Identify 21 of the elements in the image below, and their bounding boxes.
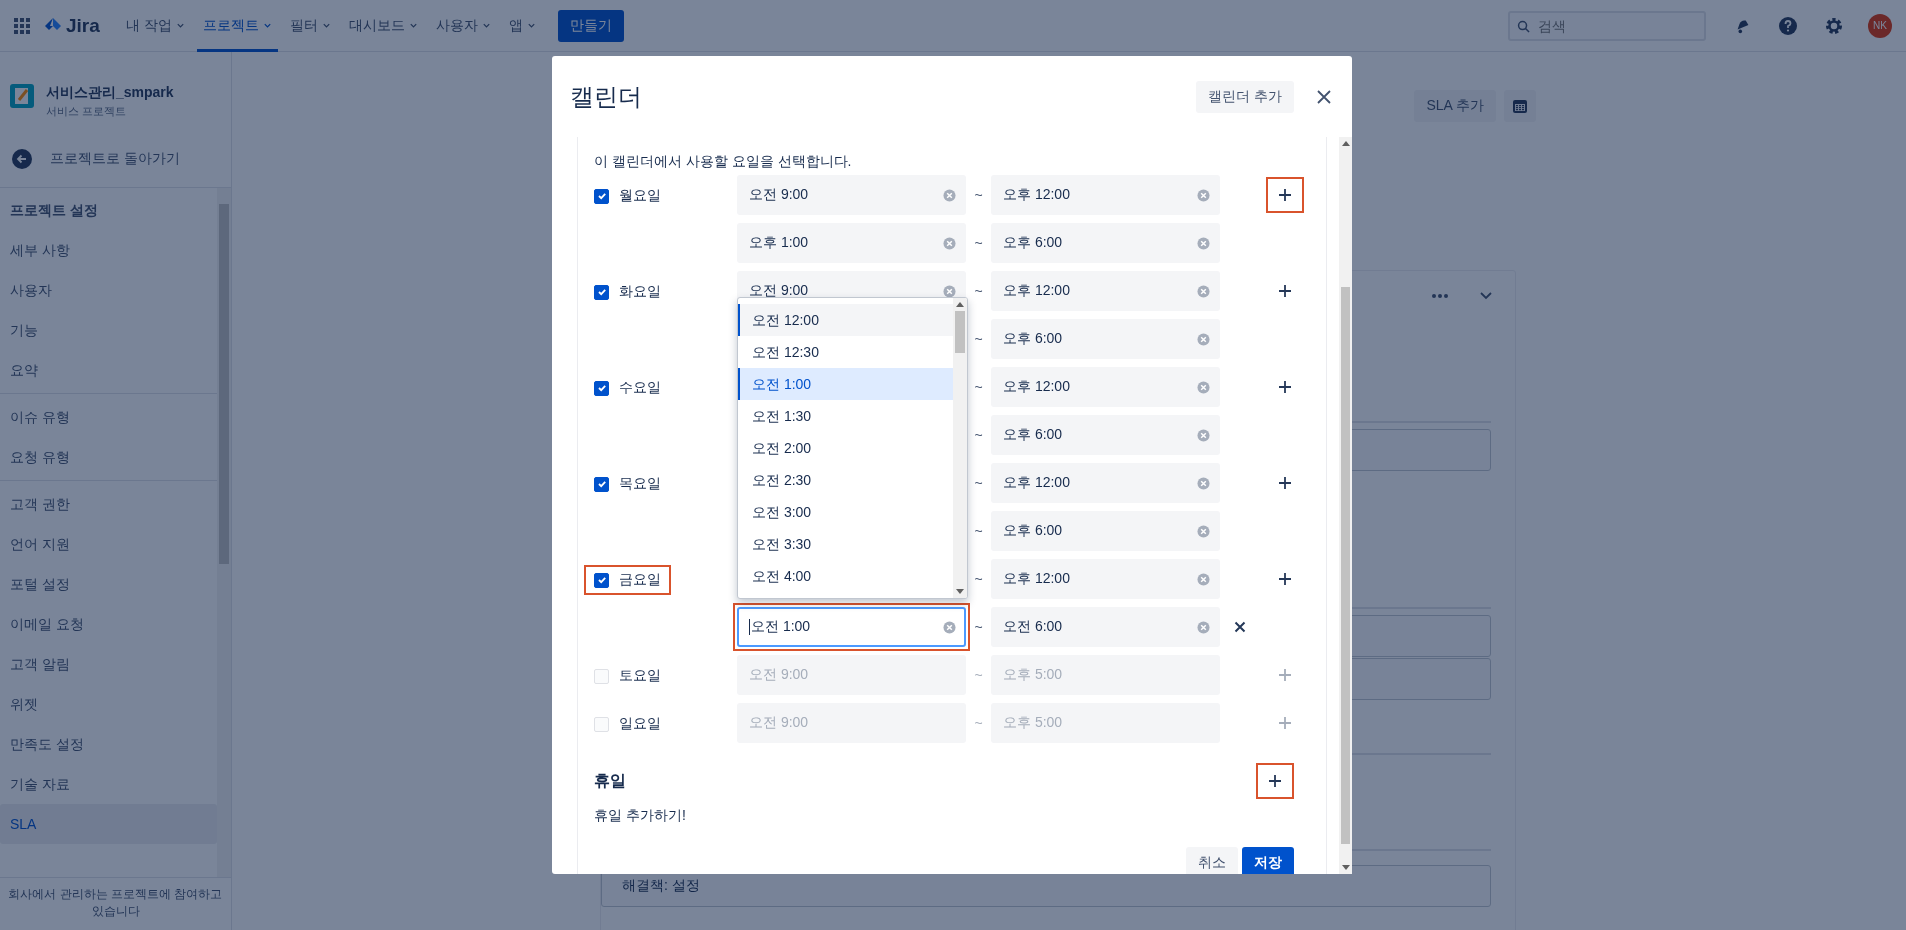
- range-separator: ~: [973, 475, 984, 491]
- range-separator: ~: [973, 619, 984, 635]
- range-separator: ~: [973, 235, 984, 251]
- sidebar-footer-text: 회사에서 관리하는 프로젝트에 참여하고 있습니다: [0, 877, 231, 930]
- section-title: 프로젝트 설정: [9, 201, 99, 220]
- range-separator: ~: [973, 187, 984, 203]
- range-separator: ~: [973, 715, 984, 731]
- resolution-label: 해결책: 설정: [622, 877, 700, 895]
- holidays-title: 휴일: [594, 770, 626, 791]
- range-separator: ~: [973, 283, 984, 299]
- range-separator: ~: [973, 571, 984, 587]
- project-name: 서비스관리_smpark: [46, 84, 174, 102]
- range-separator: ~: [973, 667, 984, 683]
- range-separator: ~: [973, 523, 984, 539]
- range-separator: ~: [973, 379, 984, 395]
- range-separator: ~: [973, 427, 984, 443]
- dialog-title: 캘린더: [570, 81, 643, 112]
- holidays-empty-text: 휴일 추가하기!: [594, 807, 687, 825]
- project-type: 서비스 프로젝트: [46, 104, 128, 119]
- intro-text: 이 캘린더에서 사용할 요일을 선택합니다.: [594, 153, 853, 171]
- range-separator: ~: [973, 331, 984, 347]
